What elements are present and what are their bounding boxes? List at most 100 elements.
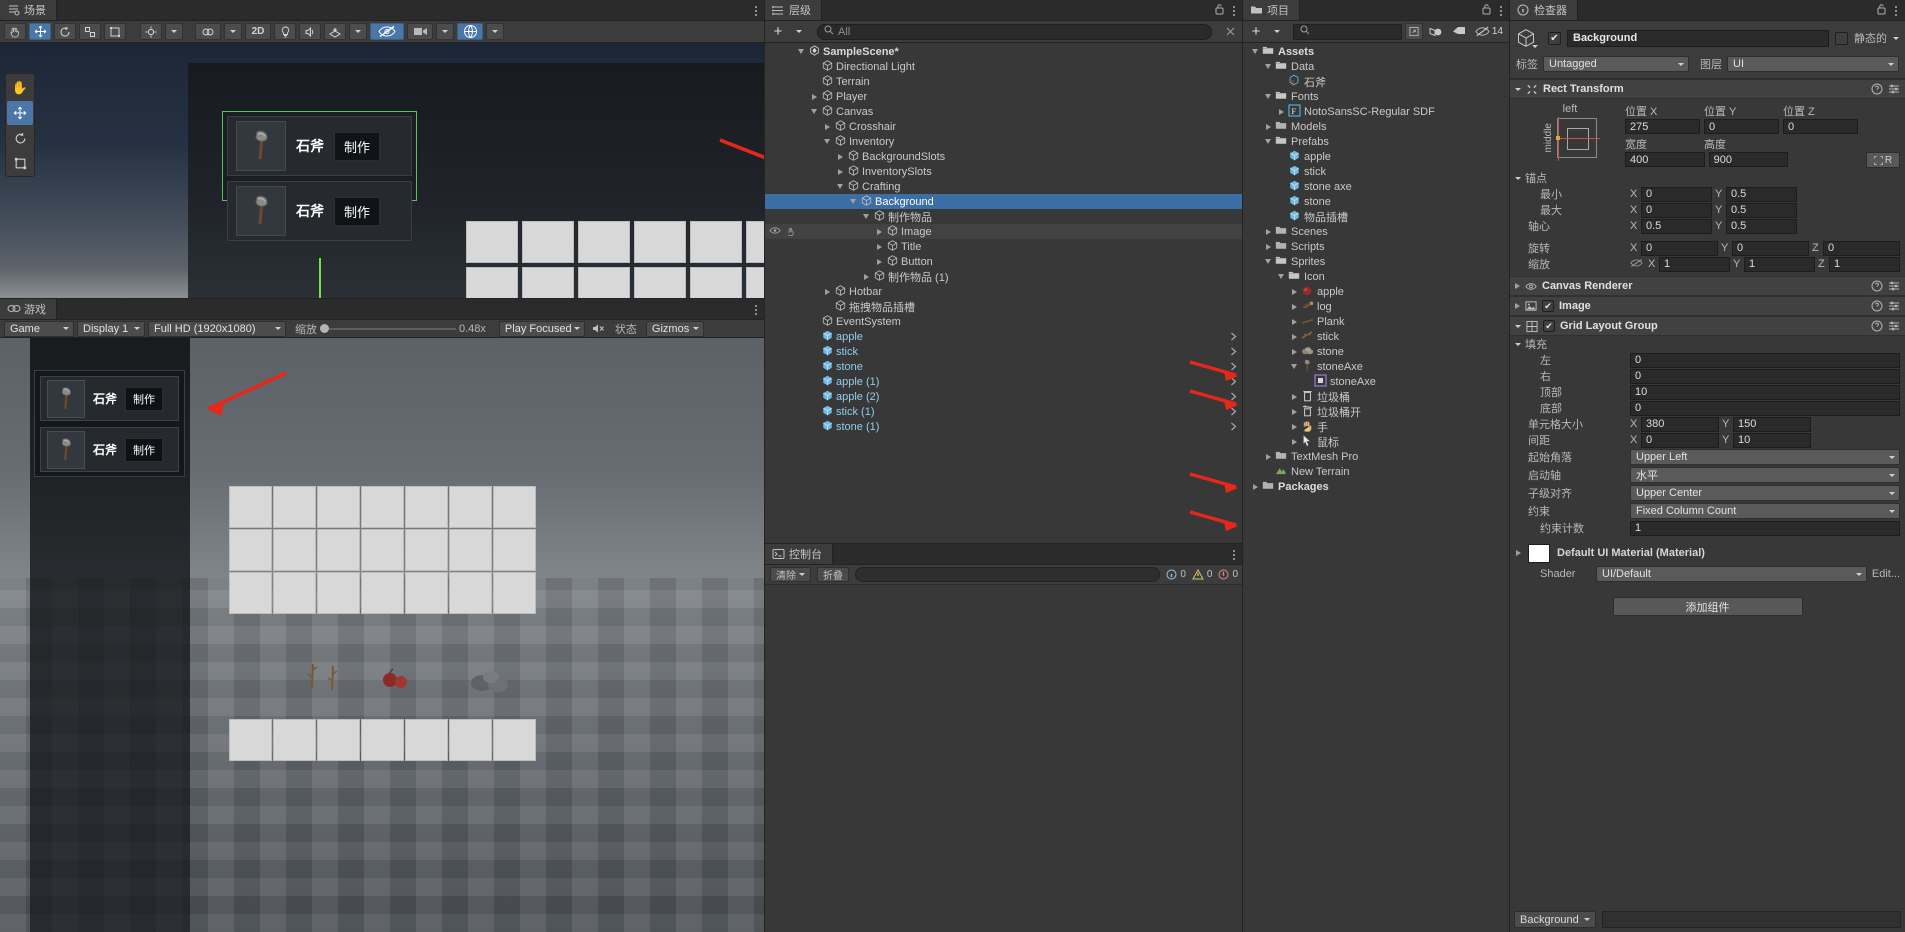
- game-slot[interactable]: [493, 572, 536, 614]
- tree-twirl-open-icon[interactable]: [821, 139, 833, 144]
- image-foldout-icon[interactable]: [1515, 303, 1520, 309]
- project-lod-button[interactable]: [1426, 23, 1446, 40]
- hierarchy-item-[interactable]: 拖拽物品插槽: [765, 299, 1243, 314]
- hierarchy-item-backgroundslots[interactable]: BackgroundSlots: [765, 149, 1243, 164]
- game-mute-audio-button[interactable]: [588, 320, 608, 337]
- component-preset-icon[interactable]: [1888, 300, 1900, 312]
- project-item-log[interactable]: log: [1243, 299, 1510, 314]
- scale-tool-button[interactable]: [79, 23, 101, 40]
- game-slot[interactable]: [317, 572, 360, 614]
- project-label-button[interactable]: [1449, 23, 1469, 40]
- scene-slot[interactable]: [578, 221, 630, 263]
- hand-picking-icon[interactable]: [786, 226, 797, 238]
- component-header-canvas-renderer[interactable]: Canvas Renderer: [1510, 276, 1905, 296]
- scale-z-field[interactable]: 1: [1829, 256, 1900, 272]
- project-item-plank[interactable]: Plank: [1243, 314, 1510, 329]
- start-axis-dropdown[interactable]: 水平: [1630, 467, 1900, 483]
- start-corner-dropdown[interactable]: Upper Left: [1630, 449, 1900, 465]
- hierarchy-item-crafting[interactable]: Crafting: [765, 179, 1243, 194]
- anchor-preset-widget[interactable]: left middle: [1515, 103, 1625, 168]
- game-slot[interactable]: [361, 572, 404, 614]
- project-add-button[interactable]: +: [1247, 23, 1265, 40]
- shader-dropdown[interactable]: UI/Default: [1596, 566, 1867, 582]
- scene-lighting-button[interactable]: [274, 23, 296, 40]
- anchors-foldout-row[interactable]: 锚点: [1510, 170, 1905, 186]
- tree-twirl-open-icon[interactable]: [1249, 49, 1261, 54]
- hierarchy-item-stone-1[interactable]: stone (1): [765, 419, 1243, 434]
- hierarchy-item-hotbar[interactable]: Hotbar: [765, 284, 1243, 299]
- game-hotbar-slot[interactable]: [229, 719, 272, 761]
- padding-left-field[interactable]: 0: [1630, 352, 1900, 368]
- project-item-item[interactable]: 垃圾桶: [1243, 389, 1510, 404]
- game-slot[interactable]: [449, 529, 492, 571]
- tree-twirl-closed-icon[interactable]: [1262, 243, 1274, 250]
- rot-y-field[interactable]: 0: [1732, 240, 1809, 256]
- tree-twirl-closed-icon[interactable]: [873, 243, 885, 250]
- tree-twirl-open-icon[interactable]: [1262, 259, 1274, 264]
- game-slot[interactable]: [493, 529, 536, 571]
- tab-inspector[interactable]: 检查器: [1510, 0, 1578, 20]
- tab-scene[interactable]: 场景: [0, 0, 57, 20]
- padding-bottom-field[interactable]: 0: [1630, 400, 1900, 416]
- scene-craft-button-1[interactable]: 制作: [334, 196, 381, 226]
- tree-twirl-closed-icon[interactable]: [873, 258, 885, 265]
- project-item-stick[interactable]: stick: [1243, 164, 1510, 179]
- hierarchy-item-title[interactable]: Title: [765, 239, 1243, 254]
- hierarchy-item-eventsystem[interactable]: EventSystem: [765, 314, 1243, 329]
- tree-twirl-closed-icon[interactable]: [821, 123, 833, 130]
- hierarchy-item-apple-2[interactable]: apple (2): [765, 389, 1243, 404]
- project-item-fonts[interactable]: Fonts: [1243, 89, 1510, 104]
- pivot-rotation-button[interactable]: [165, 23, 183, 40]
- hierarchy-add-button[interactable]: +: [769, 23, 787, 40]
- tree-twirl-closed-icon[interactable]: [860, 273, 872, 280]
- scene-slot[interactable]: [522, 221, 574, 263]
- project-item-item[interactable]: {} 石斧: [1243, 74, 1510, 89]
- scene-slot[interactable]: [634, 221, 686, 263]
- rect-tool-button[interactable]: [104, 23, 126, 40]
- game-hotbar-slot[interactable]: [317, 719, 360, 761]
- hierarchy-item-canvas[interactable]: Canvas: [765, 104, 1243, 119]
- child-alignment-dropdown[interactable]: Upper Center: [1630, 485, 1900, 501]
- padding-top-field[interactable]: 10: [1630, 384, 1900, 400]
- overlay-move-tool[interactable]: [7, 101, 33, 125]
- constraint-dropdown[interactable]: Fixed Column Count: [1630, 503, 1900, 519]
- anchor-min-x-field[interactable]: 0: [1641, 186, 1712, 202]
- lock-icon[interactable]: [1481, 3, 1492, 18]
- spacing-y-field[interactable]: 10: [1733, 432, 1811, 448]
- game-slot[interactable]: [361, 529, 404, 571]
- game-slot[interactable]: [273, 486, 316, 528]
- hierarchy-item-[interactable]: 制作物品: [765, 209, 1243, 224]
- anchor-max-y-field[interactable]: 0.5: [1726, 202, 1797, 218]
- padding-right-field[interactable]: 0: [1630, 368, 1900, 384]
- tree-twirl-closed-icon[interactable]: [834, 153, 846, 160]
- game-resolution-dropdown[interactable]: Full HD (1920x1080): [148, 320, 286, 337]
- game-hotbar-slot[interactable]: [273, 719, 316, 761]
- hierarchy-search-input[interactable]: All: [817, 23, 1212, 40]
- lock-icon[interactable]: [1876, 3, 1887, 18]
- game-slot[interactable]: [405, 529, 448, 571]
- game-slot[interactable]: [405, 486, 448, 528]
- component-header-rect-transform[interactable]: Rect Transform: [1510, 79, 1905, 99]
- grid-layout-enabled-checkbox[interactable]: ✔: [1543, 320, 1555, 332]
- project-item-assets[interactable]: Assets: [1243, 44, 1510, 59]
- prefab-open-chevron-icon[interactable]: [1230, 377, 1237, 389]
- constrain-proportions-icon[interactable]: [1630, 258, 1643, 271]
- tree-twirl-closed-icon[interactable]: [1288, 288, 1300, 295]
- hierarchy-search-clear-icon[interactable]: [1221, 23, 1239, 40]
- tab-hierarchy[interactable]: 层级: [765, 0, 822, 20]
- tree-twirl-open-icon[interactable]: [1288, 364, 1300, 369]
- game-slot[interactable]: [273, 529, 316, 571]
- pivot-x-field[interactable]: 0.5: [1641, 218, 1712, 234]
- scene-slot[interactable]: [522, 267, 574, 299]
- hierarchy-item-player[interactable]: Player: [765, 89, 1243, 104]
- material-foldout-icon[interactable]: [1516, 550, 1521, 556]
- project-item-prefabs[interactable]: Prefabs: [1243, 134, 1510, 149]
- toggle-2d-button[interactable]: 2D: [245, 23, 271, 40]
- overlay-rect-tool[interactable]: [7, 151, 33, 175]
- scene-view-options-dropdown[interactable]: [224, 23, 242, 40]
- height-field[interactable]: 900: [1708, 152, 1789, 167]
- project-item-stick[interactable]: stick: [1243, 329, 1510, 344]
- game-slot[interactable]: [449, 486, 492, 528]
- game-slot[interactable]: [229, 572, 272, 614]
- project-item-item[interactable]: 垃圾桶开: [1243, 404, 1510, 419]
